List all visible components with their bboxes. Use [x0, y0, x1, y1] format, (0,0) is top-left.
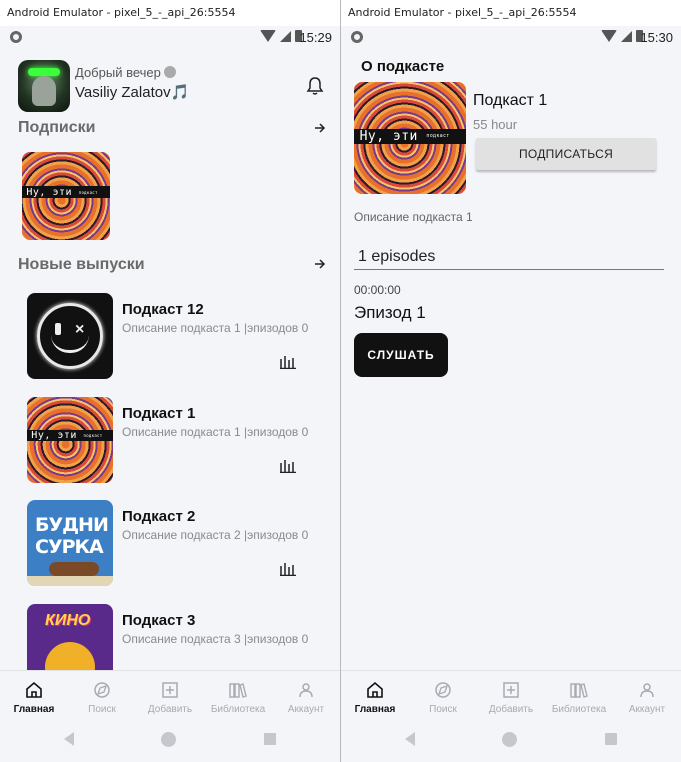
nav-search[interactable]: Поиск — [409, 671, 477, 720]
home-icon — [367, 681, 383, 698]
right-emulator-window: Android Emulator - pixel_5_-_api_26:5554… — [341, 0, 681, 762]
cover-title: Ну, эти — [31, 429, 77, 441]
username: Vasiliy Zalatov — [75, 84, 171, 101]
window-title: Android Emulator - pixel_5_-_api_26:5554 — [0, 0, 340, 26]
left-emulator-window: Android Emulator - pixel_5_-_api_26:5554… — [0, 0, 340, 762]
podcast-description: Описание подкаста 3 |эпизодов 0 — [122, 632, 309, 646]
avatar[interactable] — [18, 60, 70, 112]
subscribe-button[interactable]: ПОДПИСАТЬСЯ — [476, 138, 656, 170]
greeting-text: Добрый вечер — [75, 65, 161, 80]
library-icon — [229, 683, 247, 698]
podcast-title: Подкаст 12 — [122, 301, 204, 318]
wifi-icon — [260, 30, 276, 42]
back-icon[interactable] — [405, 732, 415, 746]
subscription-cover[interactable]: Ну, эти подкаст — [22, 152, 110, 240]
podcast-cover: Ну, эти подкаст — [354, 82, 466, 194]
notification-dot-icon — [351, 31, 363, 43]
nav-home[interactable]: Главная — [0, 671, 68, 720]
nav-library[interactable]: Библиотека — [545, 671, 613, 720]
add-icon — [503, 682, 519, 698]
system-navigation — [0, 720, 340, 762]
status-bar: 15:29 — [0, 26, 340, 48]
podcast-cover: БУДНИ СУРКА — [27, 500, 113, 586]
nav-account[interactable]: Аккаунт — [613, 671, 681, 720]
library-icon — [570, 683, 588, 698]
bell-icon[interactable] — [306, 76, 324, 96]
recents-icon[interactable] — [264, 733, 276, 745]
nav-library[interactable]: Библиотека — [204, 671, 272, 720]
compass-icon — [94, 682, 110, 698]
podcast-cover: Ну, эти подкаст — [27, 397, 113, 483]
moon-icon — [163, 66, 176, 78]
window-title: Android Emulator - pixel_5_-_api_26:5554 — [341, 0, 681, 26]
nav-account[interactable]: Аккаунт — [272, 671, 340, 720]
home-circle-icon[interactable] — [502, 732, 517, 747]
home-circle-icon[interactable] — [161, 732, 176, 747]
cover-title: Ну, эти — [359, 128, 418, 144]
signal-icon — [621, 30, 632, 42]
cover-title-line2: СУРКА — [35, 536, 104, 558]
list-item[interactable]: × Подкаст 12 Описание подкаста 1 |эпизод… — [27, 293, 327, 381]
cover-title: Ну, эти — [26, 186, 73, 198]
divider-line — [354, 269, 664, 270]
list-item[interactable]: БУДНИ СУРКА Подкаст 2 Описание подкаста … — [27, 500, 327, 588]
episode-title: Эпизод 1 — [354, 303, 426, 322]
back-icon[interactable] — [64, 732, 74, 746]
status-time: 15:29 — [299, 30, 332, 45]
cover-title: КИНО — [45, 612, 91, 629]
wifi-icon — [601, 30, 617, 42]
equalizer-icon[interactable] — [279, 459, 297, 473]
subscriptions-arrow-icon[interactable] — [314, 122, 326, 134]
cover-subtitle: подкаст — [78, 189, 98, 195]
compass-icon — [435, 682, 451, 698]
nav-add[interactable]: Добавить — [136, 671, 204, 720]
podcast-description: Описание подкаста 2 |эпизодов 0 — [122, 528, 309, 542]
episode-time: 00:00:00 — [354, 283, 401, 297]
episodes-count: 1 episodes — [358, 248, 436, 265]
add-icon — [162, 682, 178, 698]
list-item[interactable]: Ну, эти подкаст Подкаст 1 Описание подкас… — [27, 397, 327, 485]
status-time: 15:30 — [640, 30, 673, 45]
account-icon — [299, 683, 313, 698]
nav-home[interactable]: Главная — [341, 671, 409, 720]
equalizer-icon[interactable] — [279, 562, 297, 576]
nav-add[interactable]: Добавить — [477, 671, 545, 720]
account-icon — [640, 683, 654, 698]
new-releases-arrow-icon[interactable] — [314, 258, 326, 270]
system-navigation — [341, 720, 681, 762]
podcast-description: Описание подкаста 1 — [354, 210, 473, 224]
listen-button[interactable]: СЛУШАТЬ — [354, 333, 448, 377]
equalizer-icon[interactable] — [279, 355, 297, 369]
signal-icon — [280, 30, 291, 42]
status-bar: 15:30 — [341, 26, 681, 48]
podcast-title: Подкаст 3 — [122, 612, 196, 629]
recents-icon[interactable] — [605, 733, 617, 745]
notification-dot-icon — [10, 31, 22, 43]
subscriptions-title: Подписки — [18, 119, 96, 136]
podcast-description: Описание подкаста 1 |эпизодов 0 — [122, 321, 309, 335]
bottom-navigation: Главная Поиск Добавить Библиотека Аккаун… — [0, 670, 340, 720]
page-title: О подкасте — [361, 58, 445, 75]
podcast-cover: × — [27, 293, 113, 379]
music-note-icon: 🎵 — [170, 84, 190, 101]
nav-search[interactable]: Поиск — [68, 671, 136, 720]
new-releases-title: Новые выпуски — [18, 256, 145, 273]
podcast-duration: 55 hour — [473, 117, 518, 132]
cover-subtitle: подкаст — [426, 133, 450, 140]
home-icon — [26, 681, 42, 698]
cover-subtitle: подкаст — [83, 432, 103, 438]
cover-title-line1: БУДНИ — [35, 514, 109, 536]
podcast-title: Подкаст 2 — [122, 508, 196, 525]
bottom-navigation: Главная Поиск Добавить Библиотека Аккаун… — [341, 670, 681, 720]
podcast-description: Описание подкаста 1 |эпизодов 0 — [122, 425, 309, 439]
profile-header: Добрый вечер Vasiliy Zalatov🎵 — [18, 60, 324, 112]
podcast-title: Подкаст 1 — [122, 405, 196, 422]
podcast-name: Подкаст 1 — [473, 92, 548, 109]
